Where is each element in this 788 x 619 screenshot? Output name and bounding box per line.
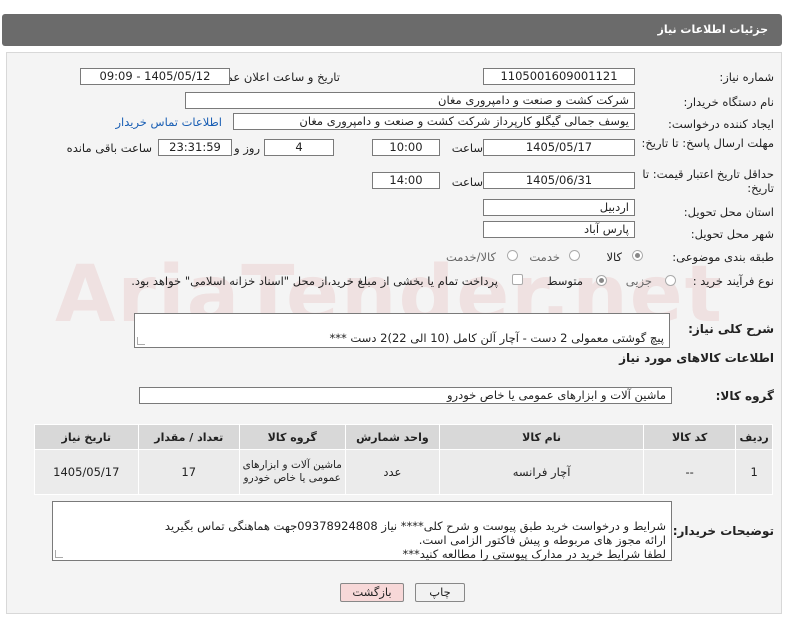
province-label: استان محل تحویل: bbox=[683, 205, 774, 219]
category-label: طبقه بندی موضوعی: bbox=[672, 250, 774, 264]
col-header-quantity: تعداد / مقدار bbox=[137, 424, 240, 450]
buyer-org-field: شرکت کشت و صنعت و دامپروری مغان bbox=[185, 92, 635, 109]
validity-label: حداقل تاریخ اعتبار قیمت: تا تاریخ: bbox=[642, 167, 774, 195]
cell-date: 1405/05/17 bbox=[34, 449, 139, 495]
buyer-notes-label: توضیحات خریدار: bbox=[672, 524, 774, 538]
days-field: 4 bbox=[264, 139, 334, 156]
col-header-group: گروه کالا bbox=[238, 424, 346, 450]
buyer-org-label: نام دستگاه خریدار: bbox=[683, 95, 774, 109]
creator-label: ایجاد کننده درخواست: bbox=[668, 117, 774, 131]
category-radio-service[interactable] bbox=[569, 250, 580, 261]
goods-group-label: گروه کالا: bbox=[715, 389, 774, 403]
process-option-partial: جزیی bbox=[625, 274, 652, 288]
deadline-label: مهلت ارسال پاسخ: تا تاریخ: bbox=[641, 136, 774, 150]
summary-label: شرح کلی نیاز: bbox=[688, 322, 774, 336]
province-field: اردبیل bbox=[483, 199, 635, 216]
category-option-goods-service: کالا/خدمت bbox=[445, 250, 496, 264]
deadline-date-field: 1405/05/17 bbox=[483, 139, 635, 156]
buyer-contact-link[interactable]: اطلاعات تماس خریدار bbox=[115, 115, 222, 129]
cell-unit: عدد bbox=[344, 449, 441, 495]
goods-info-title: اطلاعات کالاهای مورد نیاز bbox=[619, 351, 774, 365]
goods-table: ردیف کد کالا نام کالا واحد شمارش گروه کا… bbox=[34, 424, 773, 495]
process-option-medium: متوسط bbox=[546, 274, 583, 288]
days-label: روز و bbox=[234, 141, 260, 155]
page: جزئیات اطلاعات نیاز AriaTender.net شماره… bbox=[0, 0, 788, 619]
col-header-row-number: ردیف bbox=[735, 424, 773, 450]
validity-date-field: 1405/06/31 bbox=[483, 172, 635, 189]
treasury-payment-checkbox[interactable] bbox=[512, 274, 523, 285]
summary-text: پیچ گوشتی معمولی 2 دست - آچار آلن کامل (… bbox=[329, 331, 664, 345]
goods-group-field: ماشین آلات و ابزارهای عمومی یا خاص خودرو bbox=[139, 387, 672, 404]
table-header-row: ردیف کد کالا نام کالا واحد شمارش گروه کا… bbox=[34, 424, 773, 450]
validity-time-field: 14:00 bbox=[372, 172, 440, 189]
page-title: جزئیات اطلاعات نیاز bbox=[657, 23, 769, 36]
cell-row-number: 1 bbox=[735, 449, 773, 495]
announce-field: 1405/05/12 - 09:09 bbox=[80, 68, 230, 85]
print-button[interactable]: چاپ bbox=[415, 583, 465, 602]
deadline-time-label: ساعت bbox=[451, 141, 483, 155]
summary-textarea[interactable]: پیچ گوشتی معمولی 2 دست - آچار آلن کامل (… bbox=[134, 313, 670, 348]
validity-time-label: ساعت bbox=[451, 175, 483, 189]
need-number-label: شماره نیاز: bbox=[719, 70, 774, 84]
cell-name: آچار فرانسه bbox=[439, 449, 644, 495]
resize-grip-icon[interactable] bbox=[137, 337, 145, 345]
col-header-name: نام کالا bbox=[439, 424, 644, 450]
buyer-notes-text: شرایط و درخواست خرید طبق پیوست و شرح کلی… bbox=[164, 519, 666, 561]
buyer-notes-textarea[interactable]: شرایط و درخواست خرید طبق پیوست و شرح کلی… bbox=[52, 501, 672, 561]
category-radio-goods-service[interactable] bbox=[507, 250, 518, 261]
need-number-field: 1105001609001121 bbox=[483, 68, 635, 85]
remaining-label: ساعت باقی مانده bbox=[66, 141, 152, 155]
cell-group: ماشین آلات و ابزارهای عمومی یا خاص خودرو bbox=[238, 449, 346, 495]
process-radio-medium[interactable] bbox=[596, 275, 607, 286]
cell-quantity: 17 bbox=[137, 449, 240, 495]
process-label: نوع فرآیند خرید : bbox=[692, 274, 774, 288]
table-row: 1 -- آچار فرانسه عدد ماشین آلات و ابزاره… bbox=[34, 449, 773, 495]
cell-code: -- bbox=[642, 449, 737, 495]
deadline-time-field: 10:00 bbox=[372, 139, 440, 156]
creator-field: یوسف جمالی گیگلو کارپرداز شرکت کشت و صنع… bbox=[233, 113, 635, 130]
category-radio-goods[interactable] bbox=[632, 250, 643, 261]
category-option-goods: کالا bbox=[606, 250, 622, 264]
resize-grip-icon[interactable] bbox=[55, 550, 63, 558]
col-header-date: تاریخ نیاز bbox=[34, 424, 139, 450]
city-field: پارس آباد bbox=[483, 221, 635, 238]
treasury-payment-note: پرداخت تمام یا بخشی از مبلغ خرید،از محل … bbox=[131, 274, 498, 288]
back-button[interactable]: بازگشت bbox=[340, 583, 404, 602]
city-label: شهر محل تحویل: bbox=[690, 227, 774, 241]
process-radio-partial[interactable] bbox=[665, 275, 676, 286]
category-option-service: خدمت bbox=[529, 250, 560, 264]
remaining-time-field: 23:31:59 bbox=[158, 139, 232, 156]
col-header-unit: واحد شمارش bbox=[344, 424, 441, 450]
header-bar: جزئیات اطلاعات نیاز bbox=[2, 14, 782, 46]
col-header-code: کد کالا bbox=[642, 424, 737, 450]
